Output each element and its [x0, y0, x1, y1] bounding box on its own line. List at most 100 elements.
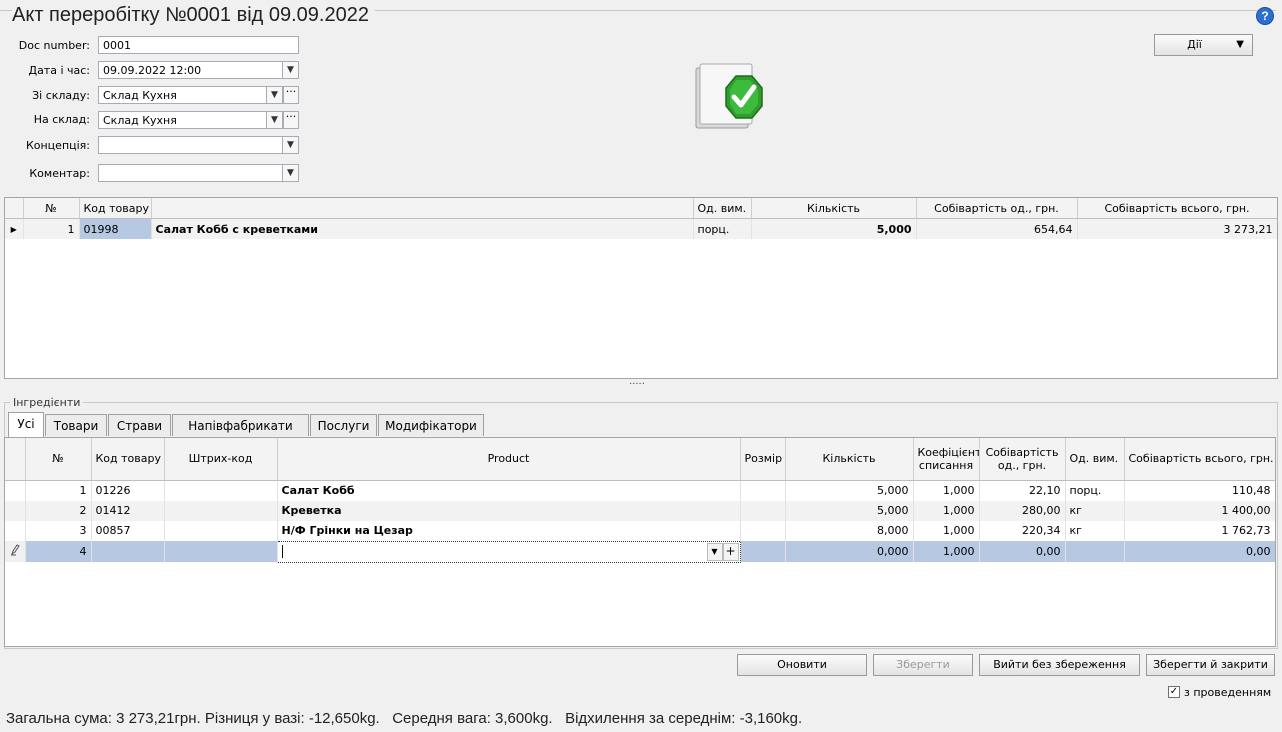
table-row[interactable]: ▶ 1 01998 Салат Кобб с креветками порц. … [5, 218, 1277, 239]
more-icon[interactable]: ··· [283, 111, 299, 129]
cell-unit[interactable]: порц. [1065, 480, 1125, 501]
col-num[interactable]: № [23, 198, 80, 219]
col-unit[interactable]: Од. вим. [1065, 438, 1125, 481]
cell-unit[interactable]: кг [1065, 500, 1125, 521]
cell-unit-cost[interactable]: 0,00 [979, 541, 1066, 562]
cell-qty[interactable]: 5,000 [785, 500, 914, 521]
post-checkbox[interactable]: ✓ [1168, 686, 1180, 698]
col-qty[interactable]: Кількість [751, 198, 917, 219]
chevron-down-icon[interactable]: ▼ [267, 86, 283, 104]
cell-num: 4 [25, 541, 92, 562]
col-num[interactable]: № [25, 438, 92, 481]
chevron-down-icon[interactable]: ▼ [706, 542, 723, 561]
cell-unit-cost[interactable]: 654,64 [916, 218, 1078, 239]
cell-size[interactable] [740, 480, 786, 501]
cell-qty[interactable]: 5,000 [785, 480, 914, 501]
plus-icon[interactable]: + [722, 542, 739, 561]
concept-label: Концепція: [25, 139, 90, 152]
cell-size[interactable] [740, 520, 786, 541]
cell-code[interactable]: 01412 [91, 500, 165, 521]
cell-size[interactable] [740, 500, 786, 521]
cell-total-cost[interactable]: 3 273,21 [1077, 218, 1277, 239]
table-row-editing[interactable]: 4 ▼ + 0,000 1,000 0,00 0,00 [5, 540, 1275, 563]
cell-barcode[interactable] [164, 541, 278, 562]
product-editor-input[interactable] [281, 545, 283, 559]
save-and-close-button[interactable]: Зберегти й закрити [1146, 654, 1275, 676]
splitter-handle[interactable]: ..... [629, 376, 645, 387]
cell-product[interactable]: Н/Ф Грінки на Цезар [277, 520, 741, 541]
cell-total[interactable]: 1 400,00 [1124, 500, 1275, 521]
chevron-down-icon[interactable]: ▼ [267, 111, 283, 129]
to-store-field[interactable]: Склад Кухня [98, 111, 267, 129]
col-unit-cost[interactable]: Собівартість од., грн. [979, 438, 1066, 481]
cell-total[interactable]: 110,48 [1124, 480, 1275, 501]
datetime-field[interactable]: 09.09.2022 12:00 [98, 61, 283, 79]
cell-code[interactable]: 01998 [79, 218, 152, 239]
cell-unit-cost[interactable]: 280,00 [979, 500, 1066, 521]
cell-num: 2 [25, 500, 92, 521]
cell-size[interactable] [740, 541, 786, 562]
more-icon[interactable]: ··· [283, 86, 299, 104]
chevron-down-icon[interactable]: ▼ [283, 164, 299, 182]
col-total-cost[interactable]: Собівартість всього, грн. [1077, 198, 1277, 219]
col-product[interactable]: Product [277, 438, 741, 481]
cell-product[interactable]: Салат Кобб [277, 480, 741, 501]
tab-all[interactable]: Усі [8, 412, 44, 437]
cell-coef[interactable]: 1,000 [913, 480, 980, 501]
row-pointer-icon: ▶ [5, 218, 24, 239]
row-indicator-header [5, 198, 24, 219]
cell-barcode[interactable] [164, 500, 278, 521]
col-name[interactable] [151, 198, 694, 219]
cell-unit-cost[interactable]: 22,10 [979, 480, 1066, 501]
tab-modifiers[interactable]: Модифікатори [378, 414, 484, 436]
tab-services[interactable]: Послуги [310, 414, 377, 436]
table-row[interactable]: 3 00857 Н/Ф Грінки на Цезар 8,000 1,000 … [5, 520, 1275, 541]
cell-num: 1 [23, 218, 80, 239]
col-qty[interactable]: Кількість [785, 438, 914, 481]
cell-code[interactable]: 01226 [91, 480, 165, 501]
col-unit[interactable]: Од. вим. [693, 198, 752, 219]
save-button[interactable]: Зберегти [873, 654, 973, 676]
col-unit-cost[interactable]: Собівартість од., грн. [916, 198, 1078, 219]
actions-button[interactable]: Дії ▼ [1154, 34, 1253, 56]
cell-barcode[interactable] [164, 520, 278, 541]
cell-coef[interactable]: 1,000 [913, 500, 980, 521]
cell-barcode[interactable] [164, 480, 278, 501]
chevron-down-icon[interactable]: ▼ [283, 61, 299, 79]
col-code[interactable]: Код товару [79, 198, 152, 219]
tab-goods[interactable]: Товари [45, 414, 107, 436]
cell-unit[interactable]: кг [1065, 520, 1125, 541]
cell-unit[interactable]: порц. [693, 218, 752, 239]
cell-product[interactable]: Креветка [277, 500, 741, 521]
doc-number-field[interactable]: 0001 [98, 36, 299, 54]
tab-dishes[interactable]: Страви [108, 414, 171, 436]
cell-coef[interactable]: 1,000 [913, 541, 980, 562]
refresh-button[interactable]: Оновити [737, 654, 867, 676]
cell-code[interactable] [91, 541, 165, 562]
col-total[interactable]: Собівартість всього, грн. [1124, 438, 1275, 481]
comment-field[interactable] [98, 164, 283, 182]
cell-name[interactable]: Салат Кобб с креветками [151, 218, 694, 239]
col-barcode[interactable]: Штрих-код [164, 438, 278, 481]
cell-qty[interactable]: 8,000 [785, 520, 914, 541]
cell-unit-cost[interactable]: 220,34 [979, 520, 1066, 541]
from-store-field[interactable]: Склад Кухня [98, 86, 267, 104]
cell-total[interactable]: 0,00 [1124, 541, 1275, 562]
cell-unit[interactable] [1065, 541, 1125, 562]
product-editor[interactable]: ▼ + [276, 540, 741, 563]
table-row[interactable]: 2 01412 Креветка 5,000 1,000 280,00 кг 1… [5, 500, 1275, 521]
chevron-down-icon[interactable]: ▼ [283, 136, 299, 154]
concept-field[interactable] [98, 136, 283, 154]
cell-total[interactable]: 1 762,73 [1124, 520, 1275, 541]
table-row[interactable]: 1 01226 Салат Кобб 5,000 1,000 22,10 пор… [5, 480, 1275, 501]
cell-qty[interactable]: 0,000 [785, 541, 914, 562]
exit-without-save-button[interactable]: Вийти без збереження [979, 654, 1140, 676]
cell-coef[interactable]: 1,000 [913, 520, 980, 541]
help-icon[interactable]: ? [1256, 7, 1274, 25]
cell-qty[interactable]: 5,000 [751, 218, 917, 239]
cell-code[interactable]: 00857 [91, 520, 165, 541]
col-code[interactable]: Код товару [91, 438, 165, 481]
col-coef[interactable]: Коефіцієнт списання [913, 438, 980, 481]
tab-semifinished[interactable]: Напівфабрикати [172, 414, 309, 436]
col-size[interactable]: Розмір [740, 438, 786, 481]
